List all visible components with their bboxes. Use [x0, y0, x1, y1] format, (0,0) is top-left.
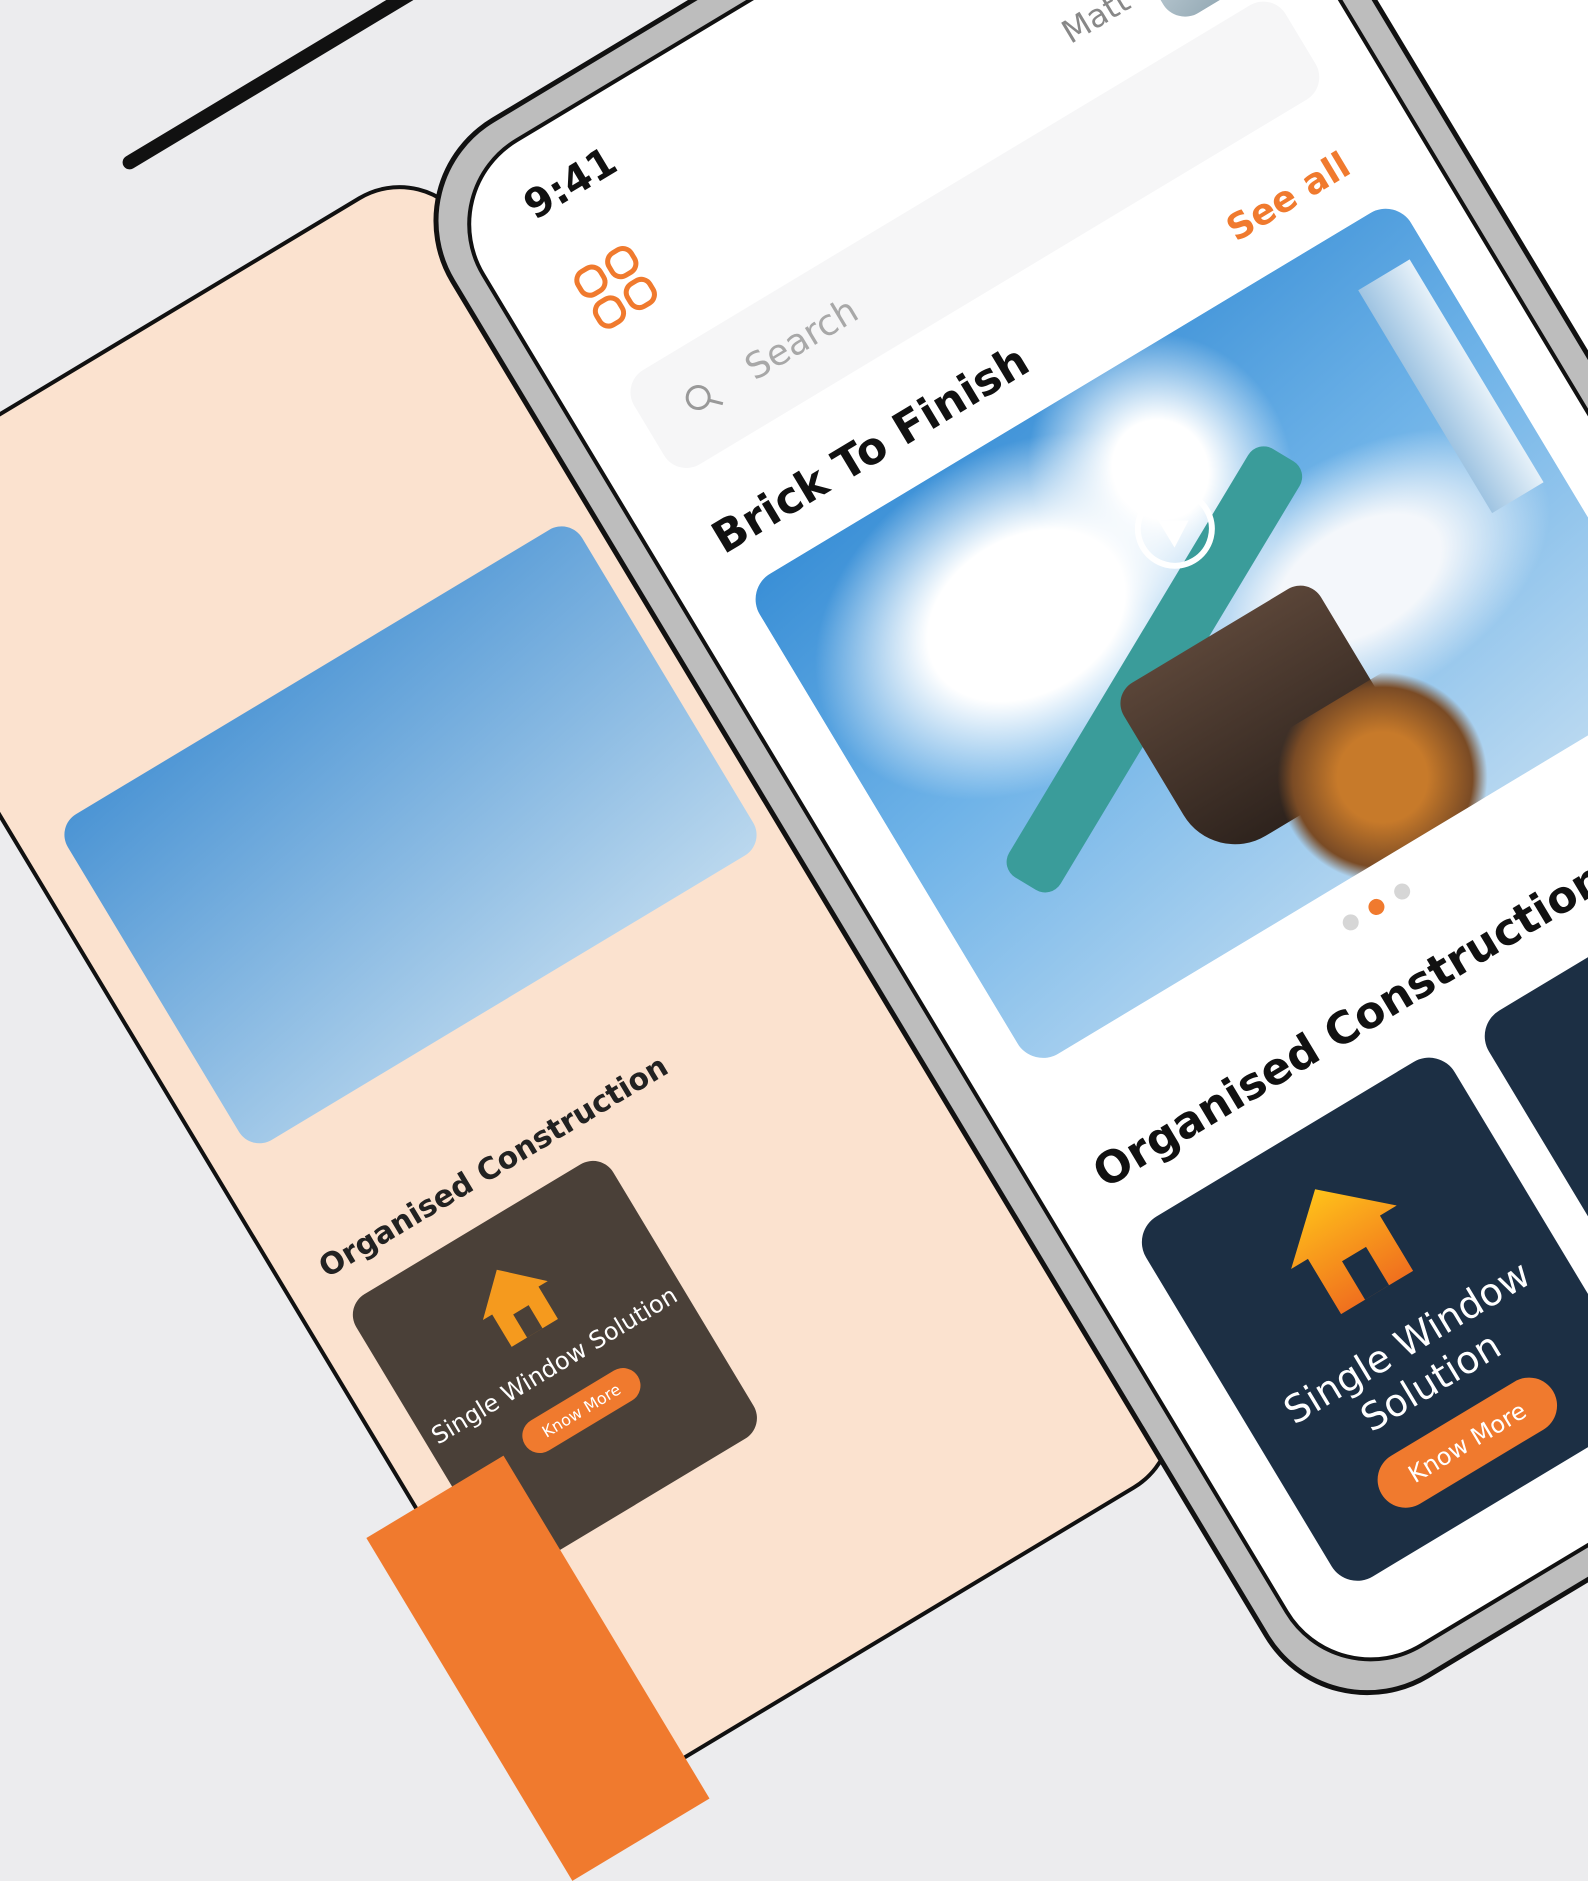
search-icon	[678, 374, 727, 423]
main-phone: 9:41 Matt Search Brick To Finish See all…	[388, 0, 1588, 1740]
carousel-dot-active[interactable]	[1365, 895, 1388, 918]
building-graphic	[1358, 259, 1544, 514]
carousel-dot[interactable]	[1391, 880, 1414, 903]
search-input[interactable]: Search	[738, 289, 865, 388]
greeting: Hi Matt	[1034, 0, 1137, 52]
menu-grid-icon[interactable]	[568, 239, 664, 335]
house-icon	[1251, 1146, 1443, 1338]
carousel-dot[interactable]	[1339, 911, 1362, 934]
carousel-dots	[1339, 880, 1414, 934]
mockup-scene: No Organised Construction Single Window …	[0, 0, 1588, 1881]
status-time: 9:41	[516, 138, 626, 230]
phone-screen: 9:41 Matt Search Brick To Finish See all…	[430, 0, 1588, 1699]
